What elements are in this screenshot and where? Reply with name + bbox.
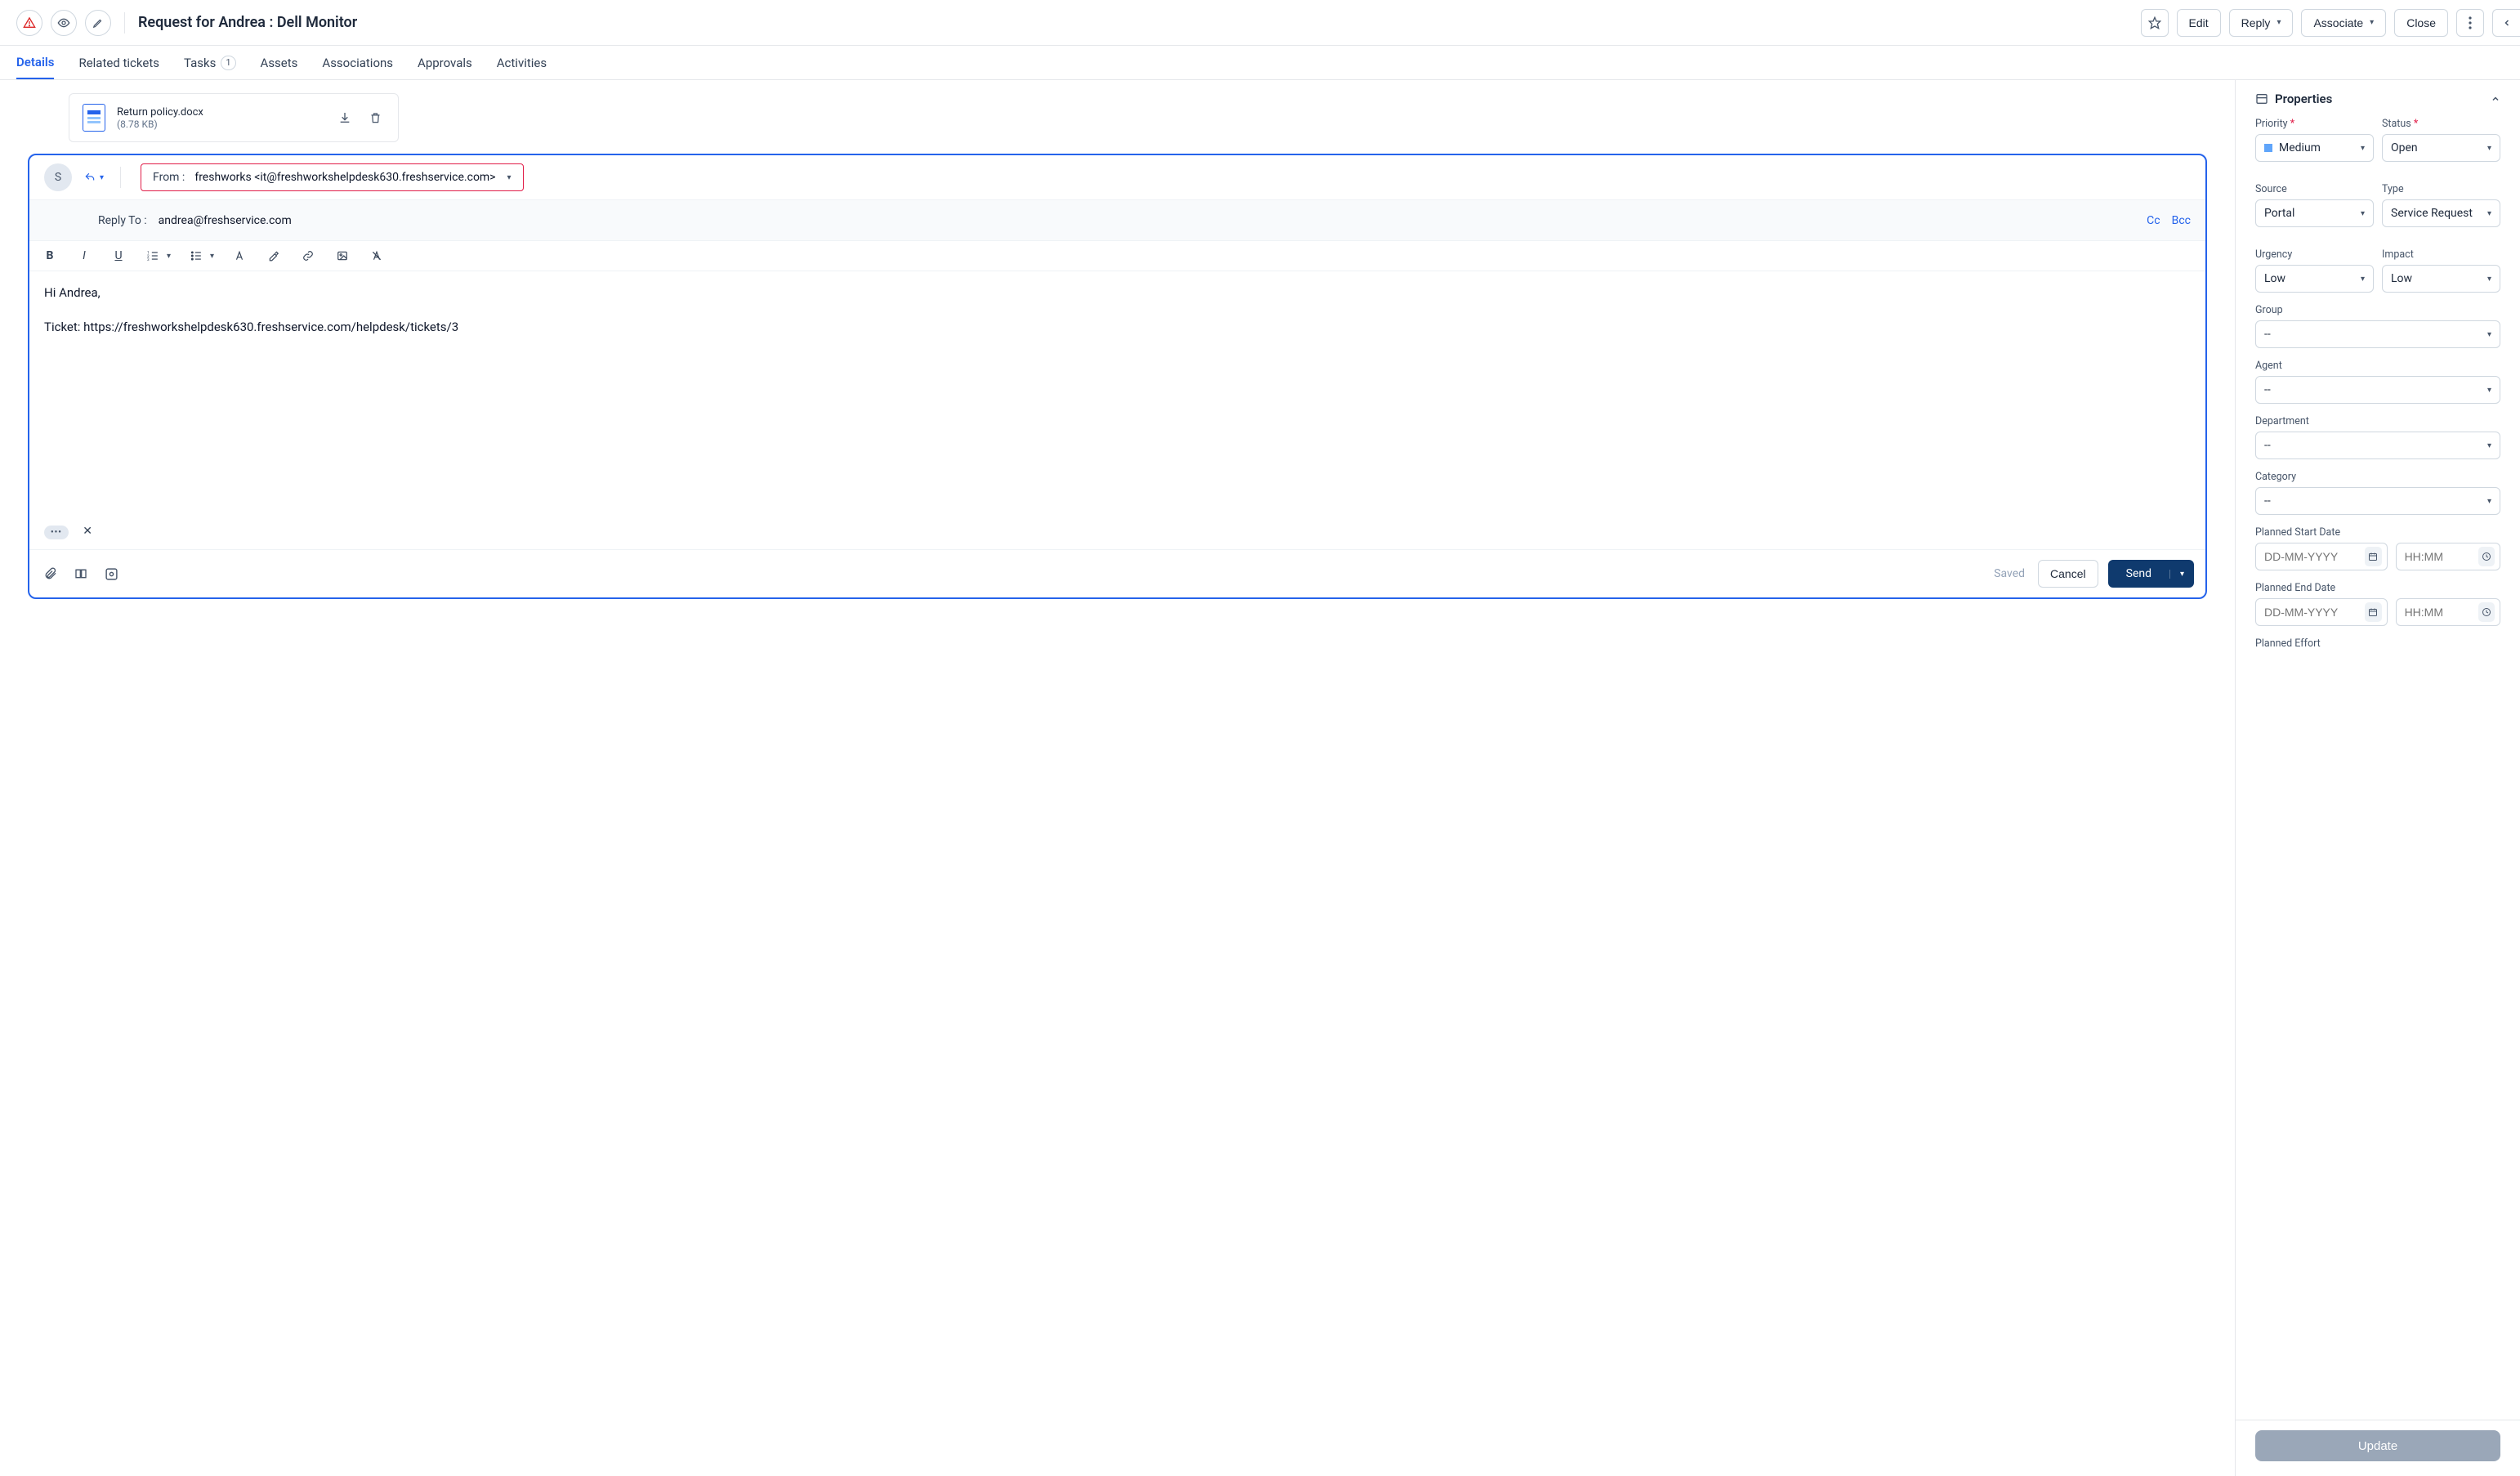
close-button[interactable]: Close: [2394, 9, 2448, 37]
download-icon[interactable]: [335, 108, 355, 127]
chevron-down-icon[interactable]: ▾: [167, 252, 171, 261]
clear-format-button[interactable]: [368, 249, 386, 262]
department-select[interactable]: --▾: [2255, 432, 2500, 459]
bcc-toggle[interactable]: Bcc: [2172, 214, 2191, 227]
update-button[interactable]: Update: [2255, 1430, 2500, 1461]
delete-icon[interactable]: [366, 108, 385, 127]
urgency-select[interactable]: Low▾: [2255, 265, 2374, 293]
urgency-label: Urgency: [2255, 248, 2374, 261]
attachment-card: Return policy.docx (8.78 KB): [69, 93, 399, 142]
chevron-down-icon: ▾: [2276, 18, 2281, 27]
underline-button[interactable]: U: [109, 249, 127, 262]
planned-end-time-input[interactable]: [2396, 598, 2500, 626]
reply-button-top[interactable]: Reply▾: [2229, 9, 2294, 37]
more-actions-button[interactable]: [2456, 9, 2484, 37]
italic-button[interactable]: I: [75, 249, 93, 262]
planned-start-date-input[interactable]: [2255, 543, 2388, 570]
chevron-down-icon: ▾: [2370, 18, 2374, 27]
unordered-list-button[interactable]: [187, 250, 205, 262]
tasks-count-badge: 1: [221, 56, 235, 70]
group-select[interactable]: --▾: [2255, 320, 2500, 348]
link-button[interactable]: [299, 250, 317, 262]
attachment-name: Return policy.docx: [117, 106, 324, 119]
properties-heading: Properties: [2275, 92, 2332, 106]
svg-text:3: 3: [147, 257, 150, 262]
reply-to-value: andrea@freshservice.com: [159, 214, 292, 227]
group-label: Group: [2255, 304, 2500, 316]
status-label: Status *: [2382, 118, 2500, 130]
tab-details[interactable]: Details: [16, 47, 54, 79]
agent-select[interactable]: --▾: [2255, 376, 2500, 404]
text-color-button[interactable]: [230, 249, 248, 262]
tab-activities[interactable]: Activities: [497, 47, 547, 78]
associate-button[interactable]: Associate▾: [2301, 9, 2386, 37]
editor-toolbar: B I U 123 ▾ ▾: [29, 241, 2205, 271]
attachment-size: (8.78 KB): [117, 119, 324, 130]
chevron-down-icon[interactable]: ▾: [210, 252, 214, 261]
edit-button[interactable]: Edit: [2177, 9, 2221, 37]
pencil-icon[interactable]: [85, 10, 111, 36]
priority-select[interactable]: Medium▾: [2255, 134, 2374, 162]
ordered-list-button[interactable]: 123: [144, 250, 162, 262]
planned-effort-label: Planned Effort: [2255, 637, 2500, 650]
tab-tasks[interactable]: Tasks1: [184, 47, 236, 78]
collapse-panel-button[interactable]: [2492, 9, 2520, 37]
type-label: Type: [2382, 183, 2500, 195]
reply-composer: S ▾ From : freshworks <it@freshworkshelp…: [28, 154, 2207, 599]
agent-label: Agent: [2255, 360, 2500, 372]
tab-assets[interactable]: Assets: [261, 47, 298, 78]
planned-end-date-input[interactable]: [2255, 598, 2388, 626]
reply-to-label: Reply To :: [98, 214, 147, 227]
category-select[interactable]: --▾: [2255, 487, 2500, 515]
category-label: Category: [2255, 471, 2500, 483]
highlight-button[interactable]: [265, 250, 283, 262]
tab-associations[interactable]: Associations: [322, 47, 393, 78]
reply-mode-dropdown[interactable]: ▾: [83, 172, 104, 183]
avatar: S: [44, 163, 72, 191]
planned-end-label: Planned End Date: [2255, 582, 2500, 594]
tab-related-tickets[interactable]: Related tickets: [78, 47, 159, 78]
clock-icon[interactable]: [2478, 602, 2495, 622]
editor-body[interactable]: Hi Andrea, Ticket: https://freshworkshel…: [29, 271, 2205, 525]
eye-icon[interactable]: [51, 10, 77, 36]
source-label: Source: [2255, 183, 2374, 195]
calendar-icon[interactable]: [2365, 547, 2382, 566]
alert-icon[interactable]: [16, 10, 42, 36]
show-trimmed-content[interactable]: •••: [44, 526, 69, 539]
image-button[interactable]: [333, 250, 351, 262]
priority-color-icon: [2264, 144, 2272, 152]
type-select[interactable]: Service Request▾: [2382, 199, 2500, 227]
cancel-button[interactable]: Cancel: [2038, 560, 2098, 588]
send-button[interactable]: Send ▾: [2108, 560, 2194, 588]
clock-icon[interactable]: [2478, 547, 2495, 566]
cc-toggle[interactable]: Cc: [2147, 214, 2160, 227]
chevron-down-icon: ▾: [507, 173, 512, 182]
source-select[interactable]: Portal▾: [2255, 199, 2374, 227]
status-select[interactable]: Open▾: [2382, 134, 2500, 162]
placeholder-button[interactable]: [101, 564, 122, 584]
impact-label: Impact: [2382, 248, 2500, 261]
planned-start-label: Planned Start Date: [2255, 526, 2500, 539]
remove-trimmed[interactable]: ✕: [83, 525, 92, 538]
planned-start-time-input[interactable]: [2396, 543, 2500, 570]
send-dropdown[interactable]: ▾: [2169, 570, 2194, 579]
properties-icon: [2255, 92, 2268, 105]
page-title: Request for Andrea : Dell Monitor: [138, 14, 2133, 31]
department-label: Department: [2255, 415, 2500, 427]
tab-approvals[interactable]: Approvals: [418, 47, 472, 78]
canned-response-button[interactable]: [70, 564, 92, 584]
collapse-properties[interactable]: [2491, 94, 2500, 104]
star-button[interactable]: [2141, 9, 2169, 37]
priority-label: Priority *: [2255, 118, 2374, 130]
saved-status: Saved: [1994, 567, 2025, 580]
from-dropdown[interactable]: From : freshworks <it@freshworkshelpdesk…: [141, 163, 524, 191]
calendar-icon[interactable]: [2365, 602, 2382, 622]
impact-select[interactable]: Low▾: [2382, 265, 2500, 293]
file-icon: [83, 104, 105, 132]
attach-button[interactable]: [41, 563, 60, 584]
bold-button[interactable]: B: [41, 249, 59, 262]
